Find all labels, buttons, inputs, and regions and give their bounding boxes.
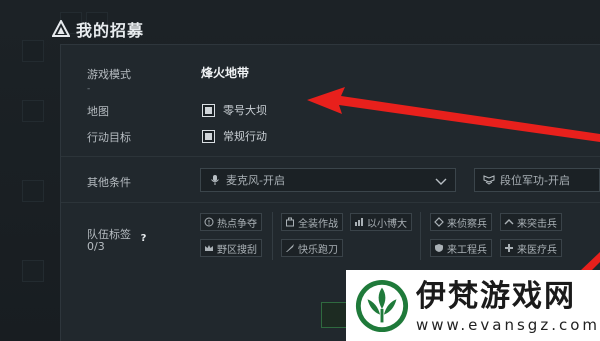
title-bar: 我的招募 [52,16,600,42]
tag-label: 野区搜刮 [217,244,257,256]
microphone-select[interactable]: 麦克风-开启 [200,168,456,192]
tag-medic[interactable]: 来医疗兵 [500,239,562,257]
background-tile [22,180,44,202]
tag-group-separator [420,212,421,260]
map-option-label: 零号大坝 [223,104,267,117]
window-title: 我的招募 [76,21,145,40]
watermark-name: 伊梵游戏网 [415,278,576,314]
diamond-icon [434,217,444,227]
background-tile [22,100,44,122]
help-icon[interactable]: ? [137,232,150,245]
microphone-select-value: 麦克风-开启 [226,174,285,187]
chart-icon [355,218,363,226]
map-option[interactable]: 零号大坝 [202,102,267,118]
rank-select-value: 段位军功-开启 [500,174,570,187]
tag-label: 来医疗兵 [517,244,557,256]
tag-label: 以小博大 [367,218,407,230]
alert-circle-icon [204,217,214,227]
conditions-label: 其他条件 [87,176,131,189]
tag-label: 快乐跑刀 [298,244,338,256]
tag-label: 来工程兵 [447,244,487,256]
checkbox-mark [205,106,212,114]
background-tile [22,260,44,282]
rank-badge-icon [483,175,495,185]
goal-label: 行动目标 [87,131,131,144]
watermark-url: www.evansgz.com [415,315,600,334]
shield-icon [435,244,443,252]
chevron-down-icon [435,178,447,185]
warning-triangle-icon [52,20,70,37]
crown-icon [205,245,213,251]
knife-icon [286,244,294,252]
tag-assault[interactable]: 来突击兵 [500,213,562,231]
goal-option-label: 常规行动 [223,130,267,143]
mode-label: 游戏模式 [87,68,131,81]
watermark-logo-icon [355,279,409,332]
watermark: 伊梵游戏网 www.evansgz.com [346,270,600,341]
tags-count: 0/3 [87,240,105,253]
tag-recon[interactable]: 来侦察兵 [430,213,492,231]
tag-loot[interactable]: 野区搜刮 [200,239,262,257]
watermark-text: 伊梵游戏网 www.evansgz.com [416,278,600,334]
tag-label: 来侦察兵 [447,218,487,230]
divider [61,202,600,203]
divider [61,156,600,157]
plus-icon [505,244,513,252]
checkbox-mark [205,132,212,140]
tag-label: 全装作战 [298,218,338,230]
tag-knife-run[interactable]: 快乐跑刀 [281,239,343,257]
background-tile [22,40,44,62]
goal-option[interactable]: 常规行动 [202,128,267,144]
map-checkbox[interactable] [202,103,215,117]
tag-label: 热点争夺 [217,218,257,230]
microphone-icon [211,175,219,185]
map-label: 地图 [87,105,109,118]
tag-label: 来突击兵 [517,218,557,230]
chevron-up-icon [504,219,514,225]
mode-sub: - [87,84,91,94]
tag-group-separator [272,212,273,260]
mode-value: 烽火地带 [201,66,250,80]
gear-pack-icon [286,217,294,227]
goal-checkbox[interactable] [202,129,215,143]
rank-select[interactable]: 段位军功-开启 [474,168,600,192]
tag-hotspot[interactable]: 热点争夺 [200,213,262,231]
tag-underdog[interactable]: 以小博大 [350,213,412,231]
tag-engineer[interactable]: 来工程兵 [430,239,492,257]
tag-full-gear[interactable]: 全装作战 [281,213,343,231]
